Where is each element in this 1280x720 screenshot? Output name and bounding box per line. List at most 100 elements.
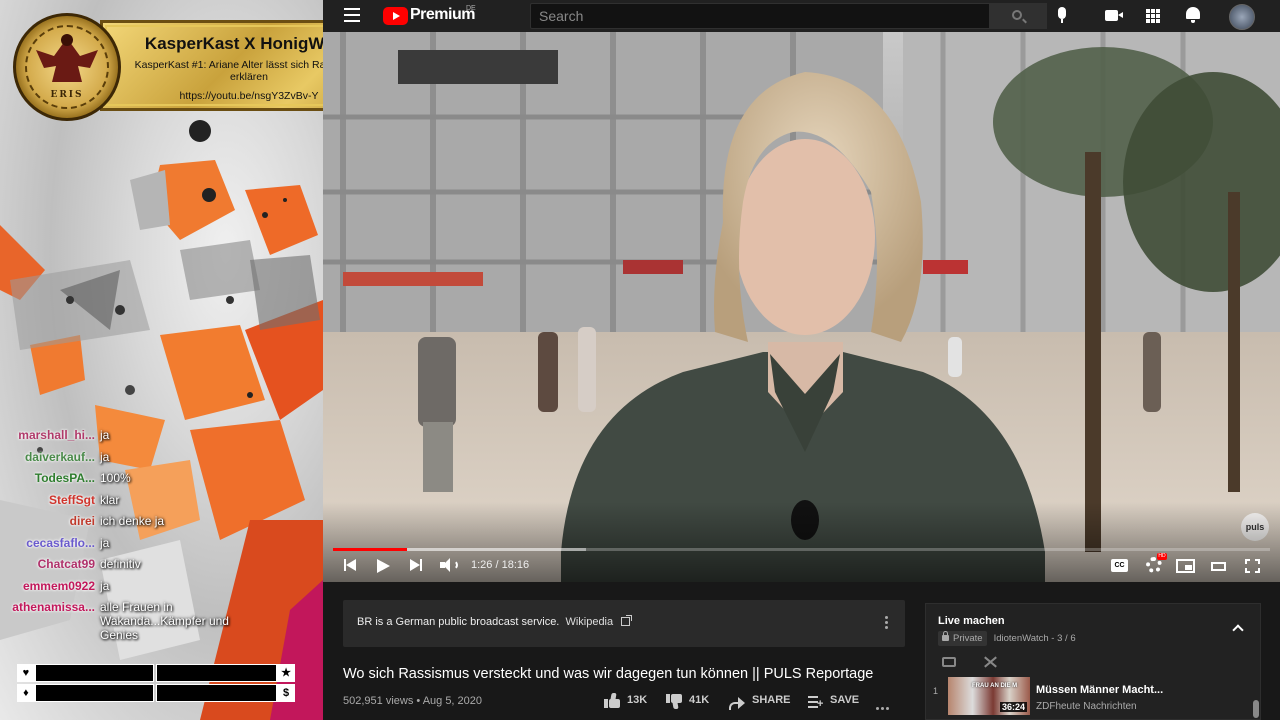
chat-username: daiverkauf... — [24, 449, 95, 464]
playlist-position: 3 / 6 — [1057, 633, 1076, 644]
youtube-logo-icon[interactable] — [383, 7, 408, 25]
save-to-playlist-icon[interactable] — [808, 696, 823, 710]
playlist-item-thumbnail[interactable]: FRAU AN DIE M 36:24 — [948, 677, 1030, 715]
stat-bar — [156, 684, 278, 702]
played-bar — [333, 548, 408, 551]
duration: 18:16 — [501, 559, 530, 571]
upload-date: Aug 5, 2020 — [422, 695, 483, 707]
settings-gear-icon[interactable]: HD — [1146, 553, 1167, 573]
playlist-owner[interactable]: IdiotenWatch — [994, 633, 1049, 644]
heart-icon: ♥ — [17, 664, 35, 682]
chat-text: ja — [100, 449, 110, 464]
next-icon[interactable] — [410, 559, 422, 571]
search-icon — [1012, 10, 1022, 20]
video-title: Wo sich Rassismus versteckt und was wir … — [343, 666, 874, 682]
info-panel-text: BR is a German public broadcast service.… — [357, 615, 633, 628]
privacy-badge: Private — [938, 631, 987, 646]
playlist-item-channel: ZDFheute Nachrichten — [1036, 701, 1137, 712]
info-menu-icon[interactable] — [885, 616, 888, 631]
playlist-title[interactable]: Live machen — [938, 615, 1005, 627]
shuffle-icon[interactable] — [983, 656, 997, 669]
chat-text: ich denke ja — [100, 514, 165, 528]
chat-message: direi ich denke ja — [0, 514, 323, 536]
star-icon: ★ — [277, 664, 295, 682]
chat-username: cecasfaflo... — [26, 535, 95, 550]
like-count[interactable]: 13K — [627, 694, 647, 706]
money-bag-icon: ♦ — [17, 684, 35, 702]
winged-figure-icon — [36, 34, 98, 82]
chat-message: cecasfaflo... ja — [0, 536, 323, 558]
search-input[interactable] — [531, 4, 989, 28]
playlist-item-title[interactable]: Müssen Männer Macht... — [1036, 684, 1163, 696]
theater-mode-icon[interactable] — [1211, 562, 1226, 571]
play-icon[interactable] — [376, 559, 390, 573]
chat-message: SteffSgt klar — [0, 493, 323, 515]
chat-message: daiverkauf... ja — [0, 450, 323, 472]
video-meta: 502,951 views • Aug 5, 2020 — [343, 695, 483, 707]
privacy-label: Private — [953, 633, 983, 644]
chat-text: 100% — [100, 471, 131, 485]
thumbnail-duration: 36:24 — [999, 702, 1027, 712]
stream-overlay: KasperKast X HonigWabe KasperKast #1: Ar… — [0, 0, 323, 720]
search-box — [530, 3, 990, 29]
volume-icon[interactable] — [440, 558, 460, 572]
stat-row: ♦ $ — [17, 684, 295, 702]
save-button[interactable]: SAVE — [830, 694, 859, 706]
channel-logo-medallion: ERIS — [13, 13, 121, 121]
stream-title-banner: KasperKast X HonigWabe KasperKast #1: Ar… — [100, 20, 323, 111]
information-panel: BR is a German public broadcast service.… — [343, 600, 905, 647]
playlist-scrollbar[interactable] — [1253, 700, 1259, 718]
dislike-icon[interactable] — [666, 694, 683, 709]
more-actions-icon[interactable] — [874, 707, 889, 710]
share-icon[interactable] — [729, 696, 745, 710]
chat-username: TodesPA... — [34, 471, 95, 485]
external-link-icon[interactable] — [621, 615, 633, 626]
apps-grid-icon[interactable] — [1146, 9, 1160, 23]
chat-text: ja — [100, 578, 110, 593]
banner-title: KasperKast X HonigWabe — [144, 34, 323, 53]
create-video-icon[interactable] — [1105, 10, 1123, 21]
microphone-icon[interactable] — [1057, 7, 1067, 25]
chat-text: definitiv — [100, 557, 141, 571]
hamburger-menu-icon[interactable] — [344, 8, 360, 22]
lock-icon — [942, 631, 949, 641]
chat-text: alle Frauen in Wakanda...Kämpfer und Gen… — [100, 600, 229, 642]
stat-row: ♥ ★ — [17, 664, 295, 682]
dislike-count[interactable]: 41K — [689, 694, 709, 706]
dollar-icon: $ — [277, 684, 295, 702]
search-button[interactable] — [990, 3, 1047, 29]
chat-overlay: marshall_hi... ja daiverkauf... ja TodesPA..… — [0, 428, 323, 664]
chat-text: ja — [100, 428, 110, 442]
banner-link: https://youtu.be/nsgY3ZvBv-Y — [179, 90, 319, 102]
info-description: BR is a German public broadcast service. — [357, 616, 560, 628]
playlist-item-index: 1 — [933, 686, 939, 696]
video-frame — [323, 32, 1280, 582]
chat-message: marshall_hi... ja — [0, 428, 323, 450]
video-player[interactable]: puls 1:26 / 18:16 CC HD — [323, 32, 1280, 582]
wikipedia-link[interactable]: Wikipedia — [565, 616, 613, 628]
previous-icon[interactable] — [344, 559, 356, 571]
chat-message: Chatcat99 definitiv — [0, 557, 323, 579]
miniplayer-icon[interactable] — [1176, 559, 1195, 573]
fullscreen-icon[interactable] — [1245, 559, 1260, 573]
collapse-chevron-icon[interactable] — [1232, 624, 1244, 636]
region-label: DE — [466, 5, 476, 12]
time-display: 1:26 / 18:16 — [471, 559, 530, 571]
chat-username: athenamissa... — [12, 600, 95, 614]
account-avatar[interactable] — [1229, 4, 1255, 30]
current-time: 1:26 — [471, 559, 493, 571]
captions-icon[interactable]: CC — [1111, 559, 1128, 572]
loop-icon[interactable] — [942, 657, 956, 667]
progress-bar[interactable] — [333, 548, 1270, 551]
video-details: BR is a German public broadcast service.… — [323, 582, 1280, 720]
share-button[interactable]: SHARE — [752, 694, 791, 706]
playlist-subtitle: Private IdiotenWatch - 3 / 6 — [938, 631, 1076, 646]
thumbnail-text: FRAU AN DIE M — [972, 683, 1018, 689]
chat-username: direi — [69, 514, 95, 528]
notifications-bell-icon[interactable] — [1186, 7, 1200, 23]
like-icon[interactable] — [604, 693, 621, 708]
medallion-label: ERIS — [50, 90, 84, 100]
stat-bar — [156, 664, 278, 682]
chat-username: marshall_hi... — [18, 428, 95, 442]
stat-bar — [34, 664, 154, 682]
